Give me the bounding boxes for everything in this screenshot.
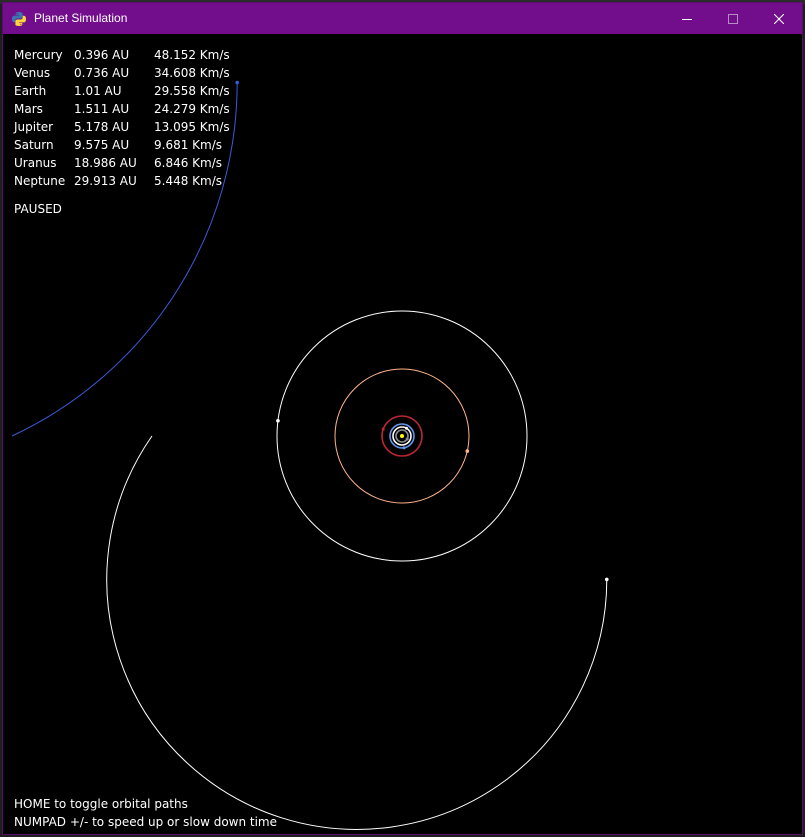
title-bar[interactable]: Planet Simulation [3,3,802,34]
planet-speed: 48.152 Km/s [154,48,230,62]
planet-bodies [235,80,609,582]
planet-name: Saturn [14,138,54,152]
window-controls [664,3,802,34]
window-title: Planet Simulation [34,11,128,25]
help-line-time-speed: NUMPAD +/- to speed up or slow down time [14,815,278,829]
planet-simulation-window: Planet Simulation Mercury 0.396 AU 48.152 … [2,2,803,835]
planet-name: Venus [14,66,51,80]
help-text: HOME to toggle orbital paths NUMPAD +/- … [14,795,277,831]
sun [400,434,404,438]
planet-distance: 18.986 AU [74,156,137,170]
planet-earth [402,446,406,450]
planet-distance: 0.736 AU [74,66,130,80]
planet-name: Jupiter [14,120,54,134]
planet-speed: 13.095 Km/s [154,120,230,134]
planet-distance: 0.396 AU [74,48,130,62]
minimize-button[interactable] [664,3,710,34]
planet-speed: 9.681 Km/s [154,138,223,152]
maximize-icon [728,13,738,24]
planet-distance: 9.575 AU [74,138,130,152]
minimize-icon [682,18,692,20]
planet-distance: 5.178 AU [74,120,130,134]
planet-uranus [604,577,609,582]
python-icon [12,11,26,26]
planet-name: Neptune [14,174,66,188]
planet-neptune [235,80,239,85]
planet-speed: 6.846 Km/s [154,156,223,170]
planet-speed: 5.448 Km/s [154,174,223,188]
planet-saturn [276,418,280,423]
planet-name: Uranus [14,156,57,170]
close-button[interactable] [756,3,802,34]
simulation-canvas[interactable]: Mercury 0.396 AU 48.152 Km/s Venus 0.736 AU 3… [3,34,802,834]
planet-jupiter [465,449,470,453]
close-icon [774,13,784,24]
planet-speed: 34.608 Km/s [154,66,230,80]
planet-speed: 29.558 Km/s [154,84,230,98]
planet-mercury [405,437,409,441]
planet-name: Mercury [14,48,63,62]
planet-distance: 29.913 AU [74,174,137,188]
help-line-orbit-toggle: HOME to toggle orbital paths [14,797,188,811]
planet-venus [405,426,408,430]
planet-distance: 1.01 AU [74,84,122,98]
planet-mars [381,427,385,431]
planet-distance: 1.511 AU [74,102,130,116]
orbit-paths [11,82,608,830]
planet-name: Earth [14,84,47,98]
pause-status: PAUSED [14,202,62,216]
orbit-path-uranus [106,435,608,830]
planet-speed: 24.279 Km/s [154,102,230,116]
planet-name: Mars [14,102,43,116]
maximize-button[interactable] [710,3,756,34]
